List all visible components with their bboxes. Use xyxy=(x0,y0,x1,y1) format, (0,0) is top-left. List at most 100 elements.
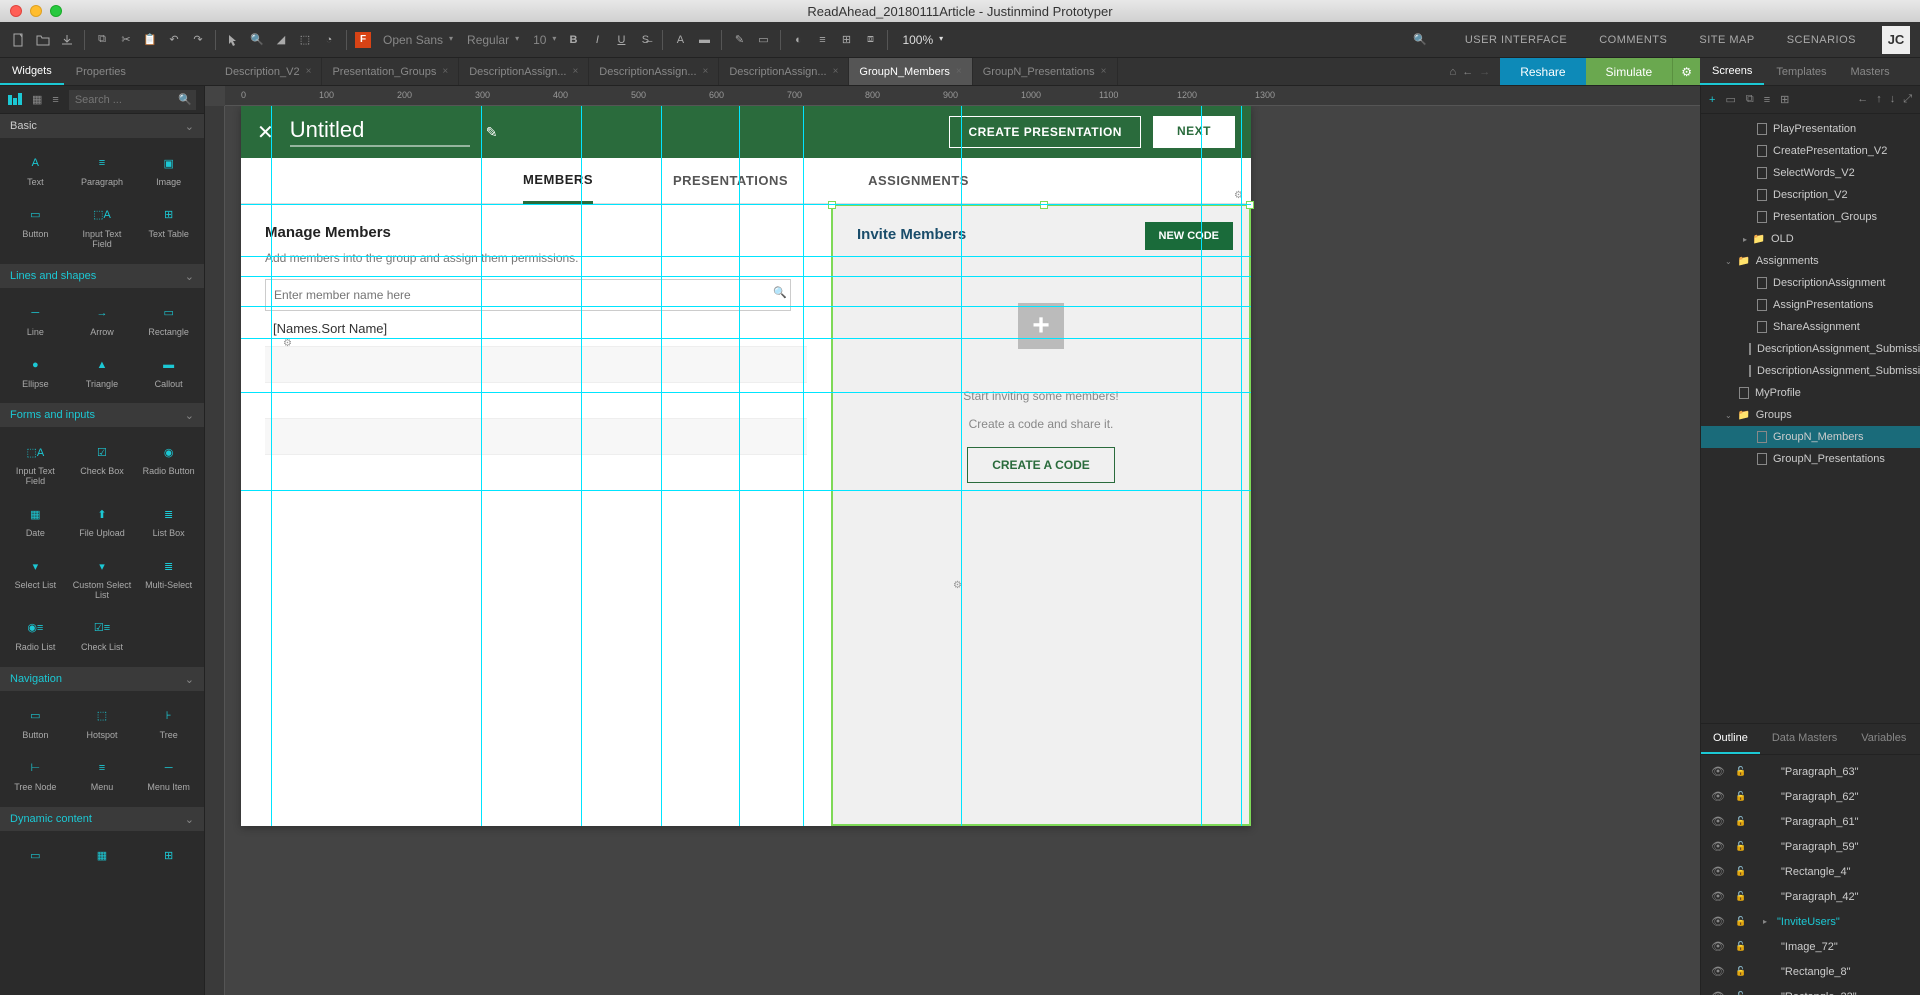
nav-scenarios[interactable]: SCENARIOS xyxy=(1771,34,1872,46)
crop-icon[interactable]: ⬚ xyxy=(296,31,314,49)
font-size-dropdown[interactable]: 10 xyxy=(527,31,558,49)
tab-screens[interactable]: Screens xyxy=(1700,58,1764,85)
outline-item[interactable]: 👁🔓"Paragraph_61" xyxy=(1701,809,1920,834)
fill-color-icon[interactable]: ▬ xyxy=(695,31,713,49)
visibility-icon[interactable]: 👁 xyxy=(1711,890,1725,903)
distribute-icon[interactable]: ⊞ xyxy=(837,31,855,49)
nav-site-map[interactable]: SITE MAP xyxy=(1683,34,1770,46)
widget-item[interactable]: ☑≡Check List xyxy=(71,611,134,659)
widget-item[interactable]: ⬚Hotspot xyxy=(71,699,134,747)
lock-icon[interactable]: 🔓 xyxy=(1735,841,1747,852)
outline-item[interactable]: 👁🔓"Paragraph_62" xyxy=(1701,784,1920,809)
add-screen-icon[interactable]: + xyxy=(1709,94,1715,106)
search-icon[interactable]: 🔍 xyxy=(1411,31,1429,49)
widget-item[interactable]: ─Menu Item xyxy=(137,751,200,799)
outline-item[interactable]: 👁🔓"Paragraph_63" xyxy=(1701,759,1920,784)
category-nav[interactable]: Navigation xyxy=(0,667,204,691)
widget-search-input[interactable] xyxy=(69,90,196,110)
nav-comments[interactable]: COMMENTS xyxy=(1583,34,1683,46)
widget-item[interactable]: ⊞Text Table xyxy=(137,198,200,256)
save-icon[interactable] xyxy=(58,31,76,49)
close-tab-icon[interactable]: × xyxy=(833,66,839,77)
widget-item[interactable]: ▾Select List xyxy=(4,549,67,607)
forward-icon[interactable]: → xyxy=(1479,66,1490,78)
simulate-button[interactable]: Simulate xyxy=(1586,58,1673,85)
list-view-icon[interactable]: ≡ xyxy=(1764,94,1770,106)
tree-screen-item[interactable]: Presentation_Groups xyxy=(1701,206,1920,228)
copy-icon[interactable]: ⧉ xyxy=(93,31,111,49)
lock-icon[interactable]: 🔓 xyxy=(1735,766,1747,777)
outline-item[interactable]: 👁🔓"Rectangle_8" xyxy=(1701,959,1920,984)
tree-screen-item[interactable]: Description_V2 xyxy=(1701,184,1920,206)
tree-screen-item[interactable]: AssignPresentations xyxy=(1701,294,1920,316)
widget-view-list-icon[interactable]: ≡ xyxy=(52,94,58,106)
nav-user-interface[interactable]: USER INTERFACE xyxy=(1449,34,1583,46)
tab-data-masters[interactable]: Data Masters xyxy=(1760,724,1849,754)
pen-icon[interactable]: ✎ xyxy=(730,31,748,49)
invite-members-column[interactable]: ⚙ Invite Members NEW CODE + Start inviti… xyxy=(831,204,1251,826)
outline-item[interactable]: 👁🔓"Rectangle_22" xyxy=(1701,984,1920,995)
widget-item[interactable]: →Arrow xyxy=(71,296,134,344)
font-weight-dropdown[interactable]: Regular xyxy=(461,31,521,49)
widget-item[interactable]: ☑Check Box xyxy=(71,435,134,493)
widget-item[interactable]: ●Ellipse xyxy=(4,348,67,396)
outline-item[interactable]: 👁🔓"Paragraph_59" xyxy=(1701,834,1920,859)
border-icon[interactable]: ▭ xyxy=(754,31,772,49)
widget-item[interactable]: ⬚AInput Text Field xyxy=(71,198,134,256)
user-avatar[interactable]: JC xyxy=(1882,26,1910,54)
italic-icon[interactable]: I xyxy=(588,31,606,49)
visibility-icon[interactable]: 👁 xyxy=(1711,940,1725,953)
tab-masters[interactable]: Masters xyxy=(1839,58,1902,85)
tab-assignments[interactable]: ASSIGNMENTS xyxy=(868,159,969,202)
lock-icon[interactable]: 🔓 xyxy=(1735,816,1747,827)
document-tab[interactable]: Presentation_Groups× xyxy=(322,58,459,85)
lock-icon[interactable]: 🔓 xyxy=(1735,941,1747,952)
widget-item[interactable]: ⊞ xyxy=(137,839,200,873)
opacity-icon[interactable]: ◐ xyxy=(789,31,807,49)
tree-screen-item[interactable]: MyProfile xyxy=(1701,382,1920,404)
down-icon[interactable]: ↓ xyxy=(1890,93,1896,106)
document-tab[interactable]: DescriptionAssign...× xyxy=(719,58,849,85)
new-file-icon[interactable] xyxy=(10,31,28,49)
pointer-icon[interactable] xyxy=(224,31,242,49)
tree-folder[interactable]: ▸📁OLD xyxy=(1701,228,1920,250)
home-icon[interactable]: ⌂ xyxy=(1450,66,1457,78)
visibility-icon[interactable]: 👁 xyxy=(1711,865,1725,878)
lock-icon[interactable]: 🔓 xyxy=(1735,866,1747,877)
grid-view-icon[interactable]: ⊞ xyxy=(1780,93,1789,106)
widget-view-bars-icon[interactable] xyxy=(8,93,22,107)
widget-item[interactable]: ≣List Box xyxy=(137,497,200,545)
text-color-icon[interactable]: A xyxy=(671,31,689,49)
visibility-icon[interactable]: 👁 xyxy=(1711,840,1725,853)
canvas-viewport[interactable]: ✕ Untitled ✎ CREATE PRESENTATION NEXT ME… xyxy=(205,106,1700,995)
widget-item[interactable]: ▣Image xyxy=(137,146,200,194)
tree-screen-item[interactable]: DescriptionAssignment_Submission xyxy=(1701,338,1920,360)
document-tab[interactable]: GroupN_Members× xyxy=(849,58,972,85)
close-tab-icon[interactable]: × xyxy=(572,66,578,77)
category-forms[interactable]: Forms and inputs xyxy=(0,403,204,427)
paste-icon[interactable]: 📋 xyxy=(141,31,159,49)
widget-item[interactable]: ≡Paragraph xyxy=(71,146,134,194)
reshare-button[interactable]: Reshare xyxy=(1500,58,1585,85)
tree-screen-item[interactable]: CreatePresentation_V2 xyxy=(1701,140,1920,162)
strike-icon[interactable]: S̶ xyxy=(636,31,654,49)
add-members-icon[interactable]: + xyxy=(1018,303,1064,349)
tree-folder[interactable]: ⌄📁Assignments xyxy=(1701,250,1920,272)
tab-presentations[interactable]: PRESENTATIONS xyxy=(673,159,788,202)
bold-icon[interactable]: B xyxy=(564,31,582,49)
category-lines[interactable]: Lines and shapes xyxy=(0,264,204,288)
outline-item[interactable]: 👁🔓"Image_72" xyxy=(1701,934,1920,959)
category-basic[interactable]: Basic xyxy=(0,114,204,138)
widget-item[interactable]: ⊢Tree Node xyxy=(4,751,67,799)
widget-item[interactable]: ▦Date xyxy=(4,497,67,545)
widget-item[interactable]: ⊦Tree xyxy=(137,699,200,747)
up-icon[interactable]: ↑ xyxy=(1876,93,1882,106)
lock-icon[interactable]: 🔓 xyxy=(1735,966,1747,977)
widget-item[interactable]: ▭Button xyxy=(4,198,67,256)
close-tab-icon[interactable]: × xyxy=(442,66,448,77)
member-list-row[interactable] xyxy=(265,419,807,455)
widget-item[interactable]: AText xyxy=(4,146,67,194)
redo-icon[interactable]: ↷ xyxy=(189,31,207,49)
document-tab[interactable]: GroupN_Presentations× xyxy=(973,58,1118,85)
visibility-icon[interactable]: 👁 xyxy=(1711,915,1725,928)
